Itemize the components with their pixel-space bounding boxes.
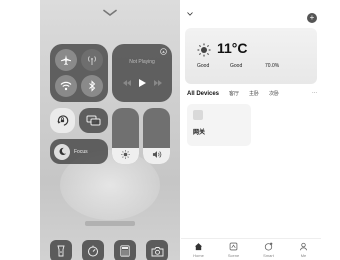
scene-icon	[229, 241, 239, 251]
sun-icon	[197, 43, 211, 57]
focus-label: Focus	[74, 148, 88, 155]
calculator-button[interactable]	[114, 240, 136, 260]
cellular-data-toggle[interactable]	[81, 49, 103, 71]
outdoor-air-quality-stat: Good	[230, 63, 242, 69]
brightness-slider[interactable]	[112, 108, 139, 164]
stat-value: Good	[197, 63, 210, 69]
home-selector[interactable]	[187, 12, 193, 18]
control-center: Not Playing Focus	[40, 0, 180, 260]
calculator-icon	[120, 245, 130, 257]
orientation-lock-toggle[interactable]	[50, 108, 75, 133]
screen-mirroring-icon	[86, 115, 101, 126]
wifi-icon	[60, 81, 72, 91]
flashlight-button[interactable]	[50, 240, 72, 260]
connectivity-module	[50, 44, 108, 102]
screenshot-stage: Not Playing Focus + 11°C Good Good 70.0%…	[0, 0, 340, 260]
orientation-lock-icon	[57, 115, 69, 126]
smart-home-app: + 11°C Good Good 70.0% All Devices 客厅 主卧…	[181, 0, 321, 260]
tab-living-room[interactable]: 客厅	[229, 90, 239, 97]
outdoor-humidity-stat: 70.0%	[265, 63, 279, 69]
airplane-mode-toggle[interactable]	[55, 49, 77, 71]
next-track-icon[interactable]	[153, 80, 162, 86]
profile-icon	[299, 241, 309, 251]
stat-value: 70.0%	[265, 63, 280, 69]
nav-scene[interactable]: Scene	[216, 239, 251, 260]
now-playing-module[interactable]: Not Playing	[112, 44, 172, 102]
speaker-icon	[152, 151, 161, 158]
volume-slider[interactable]	[143, 108, 170, 164]
bluetooth-icon	[89, 80, 96, 92]
tab-all-devices[interactable]: All Devices	[187, 91, 219, 97]
stat-value: Good	[230, 63, 243, 69]
screen-mirroring-button[interactable]	[79, 108, 108, 133]
home-icon	[194, 241, 204, 251]
moon-icon	[59, 147, 66, 156]
wifi-toggle[interactable]	[55, 75, 77, 97]
bluetooth-toggle[interactable]	[81, 75, 103, 97]
antenna-icon	[88, 56, 96, 65]
moon-icon-badge	[54, 143, 70, 160]
outdoor-pm25-stat: Good	[197, 63, 209, 69]
add-device-button[interactable]: +	[307, 13, 317, 23]
gateway-icon	[193, 110, 203, 120]
tab-second-bedroom[interactable]: 次卧	[269, 90, 279, 97]
brightness-icon	[121, 150, 130, 159]
nav-smart[interactable]: Smart	[251, 239, 286, 260]
weather-card: 11°C Good Good 70.0%	[185, 28, 317, 84]
camera-button[interactable]	[146, 240, 168, 260]
nav-label: Smart	[263, 253, 274, 258]
bottom-navigation: Home Scene Smart Me	[181, 238, 321, 260]
flashlight-icon	[57, 245, 65, 257]
nav-label: Scene	[227, 253, 240, 258]
focus-button[interactable]: Focus	[50, 139, 108, 164]
dismiss-chevron-icon[interactable]	[103, 9, 117, 17]
brightness-level	[112, 148, 139, 164]
previous-track-icon[interactable]	[122, 80, 131, 86]
airplay-icon[interactable]	[160, 48, 167, 55]
room-tabs: All Devices 客厅 主卧 次卧	[187, 90, 315, 97]
smart-icon	[264, 241, 274, 251]
volume-level	[143, 148, 170, 164]
camera-icon	[151, 246, 163, 256]
timer-button[interactable]	[82, 240, 104, 260]
chevron-down-icon	[187, 12, 193, 16]
plus-icon: +	[309, 13, 315, 22]
tabs-more-button[interactable]: ···	[312, 90, 317, 96]
timer-icon	[88, 245, 98, 257]
airplane-icon	[61, 55, 71, 65]
nav-me[interactable]: Me	[286, 239, 321, 260]
device-name: 网关	[193, 130, 206, 136]
tab-master-bedroom[interactable]: 主卧	[249, 90, 259, 97]
nav-home[interactable]: Home	[181, 239, 216, 260]
nav-label: Home	[193, 253, 204, 258]
device-card-gateway[interactable]: 网关	[187, 104, 251, 146]
play-icon[interactable]	[138, 79, 146, 87]
obscured-caption	[85, 221, 135, 226]
temperature-value: 11°C	[217, 40, 248, 56]
media-status-label: Not Playing	[129, 59, 155, 65]
nav-label: Me	[300, 253, 307, 258]
